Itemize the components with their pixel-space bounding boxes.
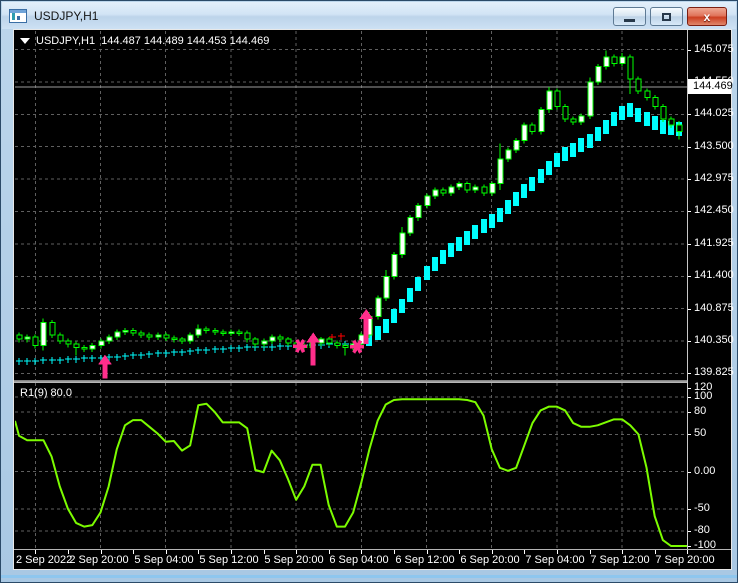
time-axis-label: 5 Sep 12:00	[199, 554, 259, 566]
time-axis[interactable]: 2 Sep 2022 2 Sep 20:00 5 Sep 04:00 5 Sep 12…	[14, 549, 731, 569]
price-axis-label: 142.450	[694, 204, 734, 216]
chart-client-area: USDJPY,H1 144.487 144.489 144.453 144.46…	[13, 29, 734, 570]
indicator-axis-label: 50	[694, 427, 707, 439]
symbol-dropdown-icon[interactable]	[20, 38, 30, 44]
window-title: USDJPY,H1	[34, 8, 99, 23]
price-axis-tick	[688, 147, 691, 148]
price-axis-label: 141.400	[694, 269, 734, 281]
window-frame-accent	[1, 575, 737, 578]
time-axis-label: 6 Sep 20:00	[460, 554, 520, 566]
price-axis-tick	[688, 341, 691, 342]
time-axis-label: 6 Sep 12:00	[395, 554, 455, 566]
indicator-axis-tick	[688, 509, 691, 510]
price-axis-tick	[688, 276, 691, 277]
price-axis-label: 145.075	[694, 43, 734, 55]
price-axis-label: 140.875	[694, 302, 734, 314]
indicator-axis-label: 100	[694, 390, 713, 402]
indicator-axis-label: -80	[694, 524, 710, 536]
price-axis-label: 142.975	[694, 172, 734, 184]
time-axis-label: 5 Sep 04:00	[134, 554, 194, 566]
restore-button[interactable]	[650, 7, 683, 26]
indicator-axis-label: -50	[694, 502, 710, 514]
indicator-axis-tick	[688, 472, 691, 473]
terminal-window: USDJPY,H1 x USDJPY,H1 144.487 144.489 14…	[0, 0, 738, 583]
price-axis-tick	[688, 211, 691, 212]
indicator-axis-tick	[688, 546, 691, 547]
time-axis-label: 5 Sep 20:00	[264, 554, 324, 566]
indicator-axis-tick	[688, 412, 691, 413]
price-axis-tick	[688, 309, 691, 310]
price-axis-label: 144.025	[694, 107, 734, 119]
chart-header: USDJPY,H1 144.487 144.489 144.453 144.46…	[20, 35, 269, 47]
minimize-button[interactable]	[613, 7, 646, 26]
indicator-axis-tick	[688, 388, 691, 389]
time-axis-label: 7 Sep 20:00	[655, 554, 715, 566]
price-axis-tick	[688, 50, 691, 51]
main-chart-plot[interactable]	[15, 31, 688, 380]
indicator-axis-label: 80	[694, 405, 707, 417]
indicator-axis-label: 0.00	[694, 465, 716, 477]
minimize-icon	[624, 18, 635, 22]
time-axis-label: 7 Sep 04:00	[525, 554, 585, 566]
price-axis-tick	[688, 179, 691, 180]
time-axis-label: 7 Sep 12:00	[590, 554, 650, 566]
close-icon: x	[703, 9, 711, 24]
price-axis-tick	[688, 244, 691, 245]
indicator-axis-tick	[688, 434, 691, 435]
price-axis-label: 140.350	[694, 334, 734, 346]
time-axis-label: 6 Sep 04:00	[329, 554, 389, 566]
indicator-axis-tick	[688, 397, 691, 398]
price-axis-label: 139.825	[694, 366, 734, 378]
indicator-axis-tick	[688, 531, 691, 532]
close-button[interactable]: x	[687, 7, 727, 26]
restore-icon	[662, 12, 671, 21]
time-axis-label: 2 Sep 20:00	[69, 554, 129, 566]
main-chart-background	[15, 31, 688, 380]
indicator-background	[15, 383, 688, 549]
price-axis-tick	[688, 373, 691, 374]
price-axis-label: 141.925	[694, 237, 734, 249]
chart-ohlc-quote: 144.487 144.489 144.453 144.469	[101, 35, 270, 47]
indicator-plot[interactable]	[15, 383, 688, 549]
chart-symbol-label: USDJPY,H1	[36, 35, 96, 47]
price-axis[interactable]: 145.075144.550144.025143.500142.975142.4…	[688, 30, 734, 551]
chart-window-icon[interactable]	[9, 8, 27, 23]
price-axis-tick	[688, 114, 691, 115]
price-axis-label: 143.500	[694, 140, 734, 152]
indicator-label: R1(9) 80.0	[20, 387, 72, 399]
current-price-box: 144.469	[688, 79, 733, 94]
